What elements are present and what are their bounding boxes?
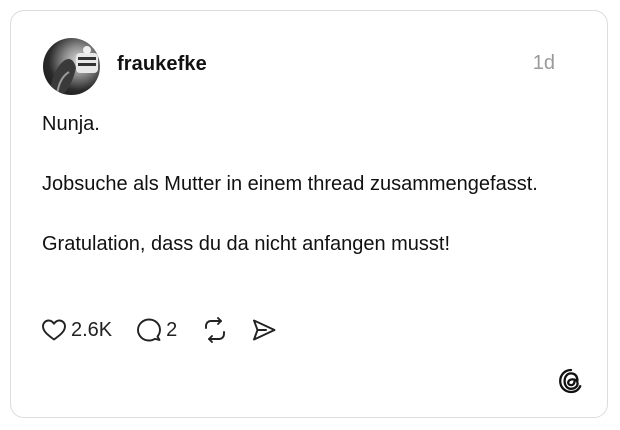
share-button[interactable] — [251, 317, 277, 343]
heart-icon — [42, 319, 66, 341]
reply-button[interactable]: 2 — [136, 317, 177, 343]
avatar-image — [49, 46, 98, 95]
post-card: fraukefke 1d Nunja. Jobsuche als Mutter … — [10, 10, 608, 418]
post-text-line: Gratulation, dass du da nicht anfangen m… — [42, 233, 451, 255]
send-icon — [253, 319, 276, 341]
post-text-line: Jobsuche als Mutter in einem thread zusa… — [42, 173, 538, 195]
threads-logo-icon[interactable] — [557, 367, 585, 395]
username[interactable]: fraukefke — [117, 53, 207, 76]
avatar[interactable] — [43, 38, 100, 95]
reply-count: 2 — [166, 318, 178, 341]
repost-button[interactable] — [201, 317, 229, 343]
repost-arrows-icon — [205, 317, 226, 343]
like-button[interactable]: 2.6K — [41, 318, 112, 342]
comment-bubble-icon — [137, 318, 162, 342]
post-text-line: Nunja. — [42, 113, 100, 135]
post-actions: 2.6K 2 — [41, 315, 277, 345]
like-count: 2.6K — [71, 318, 113, 341]
post-timestamp: 1d — [532, 52, 555, 74]
post-body: Nunja. Jobsuche als Mutter in einem thre… — [42, 109, 582, 259]
